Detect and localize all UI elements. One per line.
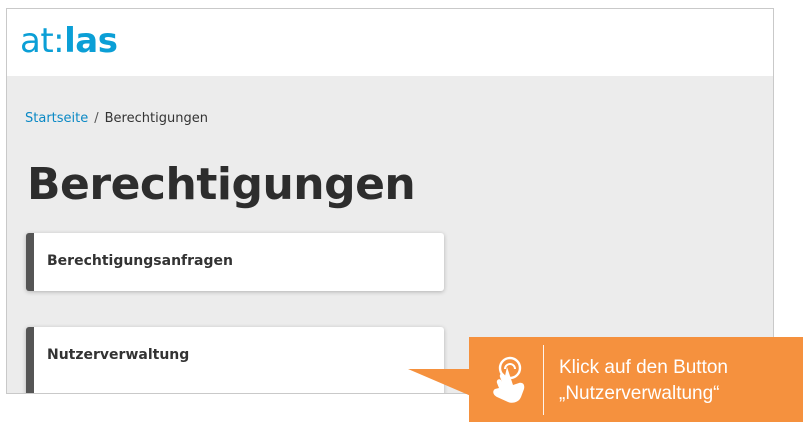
header: at:las — [7, 9, 773, 76]
callout-divider — [543, 345, 544, 415]
callout-line-2: „Nutzerverwaltung“ — [559, 383, 720, 404]
breadcrumb-home-link[interactable]: Startseite — [25, 111, 88, 126]
hand-click-icon — [469, 337, 542, 422]
breadcrumb: Startseite / Berechtigungen — [25, 111, 208, 126]
berechtigungsanfragen-card[interactable]: Berechtigungsanfragen — [26, 233, 444, 291]
breadcrumb-current: Berechtigungen — [104, 111, 208, 126]
callout-line-1: Klick auf den Button — [559, 357, 728, 378]
breadcrumb-separator: / — [94, 111, 99, 126]
logo-text-right: las — [64, 21, 118, 61]
card-label: Nutzerverwaltung — [47, 347, 190, 363]
instruction-callout: Klick auf den Button „Nutzerverwaltung“ — [469, 337, 803, 422]
card-label: Berechtigungsanfragen — [47, 253, 233, 269]
logo-text-left: at: — [20, 21, 65, 61]
callout-text: Klick auf den Button „Nutzerverwaltung“ — [559, 355, 728, 407]
page-title: Berechtigungen — [27, 159, 416, 210]
atlas-logo[interactable]: at:las — [20, 19, 118, 63]
nutzerverwaltung-card[interactable]: Nutzerverwaltung — [26, 327, 444, 393]
